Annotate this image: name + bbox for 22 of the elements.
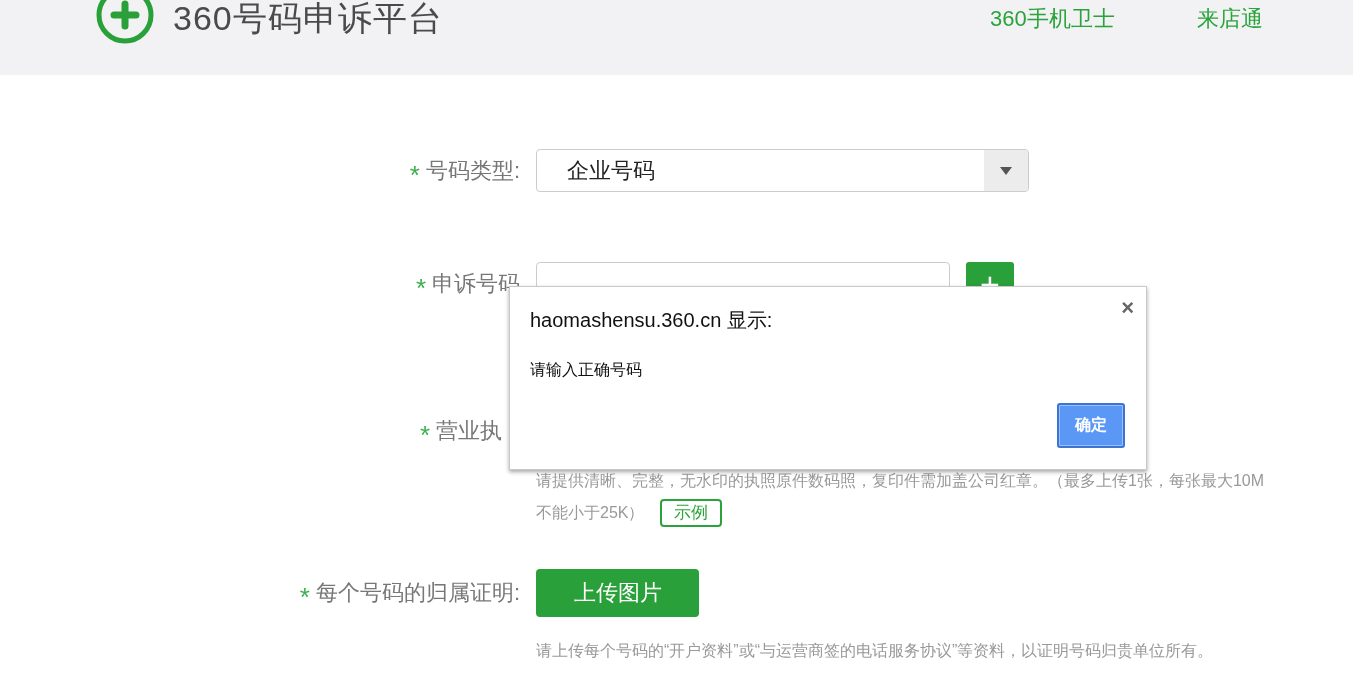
hint-text: 请提供清晰、完整，无水印的执照原件数码照，复印件需加盖公司红章。（最多上传1张，每张最大10M — [536, 471, 1265, 491]
upload-button[interactable]: 上传图片 — [536, 569, 699, 617]
logo-icon — [96, 0, 154, 44]
close-button[interactable]: × — [1121, 295, 1134, 321]
site-title: 360号码申诉平台 — [173, 0, 443, 39]
dialog-title: haomashensu.360.cn 显示: — [530, 308, 774, 333]
dropdown-caret-icon — [1000, 166, 1012, 175]
example-link[interactable]: 示例 — [660, 499, 723, 527]
field-label: 每个号码的归属证明: — [315, 579, 520, 607]
number-type-select[interactable]: 企业号码 — [536, 149, 1029, 192]
field-label: 营业执 — [436, 417, 502, 445]
required-mark-text: * — [299, 581, 310, 610]
required-mark-text: * — [409, 158, 420, 188]
hint-text: 请上传每个号码的“开户资料”或“与运营商签的电话服务协议”等资料，以证明号码归贵单位所有。 — [536, 641, 1214, 661]
required-mark-text: * — [415, 271, 426, 301]
field-label: 号码类型: — [425, 156, 520, 185]
required-mark-text: * — [419, 419, 430, 448]
nav-link[interactable]: 360手机卫士 — [990, 4, 1127, 34]
ok-button[interactable]: 确定 — [1057, 403, 1125, 448]
dialog-message: 请输入正确号码 — [530, 360, 643, 380]
hint-text: 不能小于25K） — [536, 503, 645, 523]
nav-link[interactable]: 来店通 — [1197, 4, 1334, 34]
